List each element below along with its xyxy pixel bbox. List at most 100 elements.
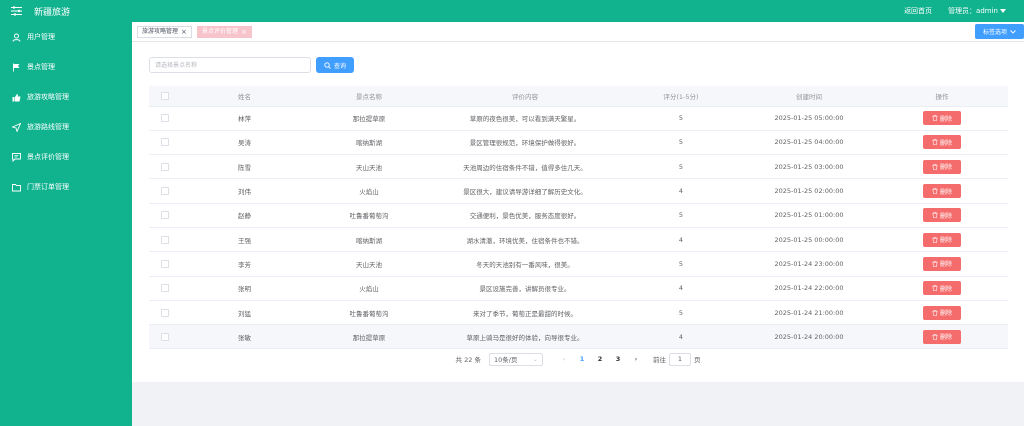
home-link[interactable]: 返回首页 bbox=[904, 6, 932, 16]
delete-button[interactable]: 删除 bbox=[923, 256, 961, 271]
pagination: 共 22 条 10条/页 ⌄ ‹ 1 2 3 › 前往 1 页 bbox=[132, 352, 1024, 366]
row-checkbox[interactable] bbox=[161, 187, 169, 196]
sidebar-item-label: 门票订单管理 bbox=[27, 183, 69, 191]
row-select-cell bbox=[149, 178, 181, 204]
delete-button-label: 删除 bbox=[939, 310, 952, 318]
page-button-2[interactable]: 2 bbox=[591, 355, 609, 363]
cell-spot: 喀纳斯湖 bbox=[308, 227, 430, 253]
tabs-bar: 旅游攻略管理 × 景点评价管理 × bbox=[132, 22, 1024, 42]
trash-icon bbox=[932, 261, 938, 267]
cell-score: 5 bbox=[620, 251, 742, 277]
select-all-checkbox[interactable] bbox=[161, 91, 169, 100]
delete-button-label: 删除 bbox=[939, 261, 952, 269]
prev-page-button[interactable]: ‹ bbox=[555, 355, 573, 363]
cell-spot: 天山天池 bbox=[308, 154, 430, 180]
cell-score: 4 bbox=[620, 227, 742, 253]
sidebar-item-spots[interactable]: 景点管理 bbox=[0, 52, 132, 82]
close-icon[interactable]: × bbox=[241, 27, 247, 37]
sidebar-item-orders[interactable]: 门票订单管理 bbox=[0, 172, 132, 202]
admin-menu[interactable]: 管理员：admin bbox=[948, 6, 1006, 16]
column-header[interactable]: 评分(1-5分) bbox=[620, 86, 742, 107]
tag-options-button[interactable]: 标签选项 bbox=[975, 24, 1024, 39]
table-row[interactable]: 李芳 天山天池 冬天的天池别有一番风味，很美。 5 2025-01-24 23:00:0… bbox=[149, 251, 1008, 277]
page-size-select[interactable]: 10条/页 ⌄ bbox=[488, 352, 543, 366]
row-checkbox[interactable] bbox=[161, 138, 169, 147]
row-checkbox[interactable] bbox=[161, 211, 169, 220]
cell-actions: 删除 bbox=[876, 324, 1008, 350]
table-row[interactable]: 王强 喀纳斯湖 湖水清澈，环境优美，住宿条件也不错。 4 2025-01-25 00:0… bbox=[149, 227, 1008, 253]
column-header[interactable]: 姓名 bbox=[181, 86, 308, 107]
send-icon bbox=[10, 121, 22, 133]
page-size-value: 10条/页 bbox=[493, 356, 518, 364]
cell-created: 2025-01-24 21:00:00 bbox=[742, 300, 876, 326]
delete-button[interactable]: 删除 bbox=[923, 329, 961, 344]
delete-button[interactable]: 删除 bbox=[923, 135, 961, 150]
cell-created: 2025-01-25 05:00:00 bbox=[742, 106, 876, 131]
trash-icon bbox=[932, 115, 938, 121]
delete-button[interactable]: 删除 bbox=[923, 281, 961, 296]
chevron-down-icon bbox=[1010, 29, 1016, 34]
table-row[interactable]: 刘猛 吐鲁番葡萄沟 来对了季节，葡萄正是最甜的时候。 5 2025-01-24 21:0… bbox=[149, 300, 1008, 326]
sidebar-item-label: 景点管理 bbox=[27, 63, 55, 71]
table-row[interactable]: 陈雪 天山天池 天池周边的住宿条件不错，值得多住几天。 5 2025-01-25 03:… bbox=[149, 154, 1008, 180]
next-page-button[interactable]: › bbox=[627, 355, 645, 363]
row-checkbox[interactable] bbox=[161, 114, 169, 123]
delete-button-label: 删除 bbox=[939, 334, 952, 342]
delete-button-label: 删除 bbox=[939, 115, 952, 123]
goto-page-input[interactable]: 1 bbox=[668, 352, 691, 366]
cell-spot: 吐鲁番葡萄沟 bbox=[308, 300, 430, 326]
menu-toggle-icon[interactable] bbox=[6, 0, 26, 22]
spot-search-input[interactable] bbox=[149, 57, 311, 73]
query-button[interactable]: 查询 bbox=[316, 57, 354, 73]
row-checkbox[interactable] bbox=[161, 235, 169, 244]
table-row[interactable]: 张明 火焰山 景区设施完善，讲解员很专业。 4 2025-01-24 22:00:00 删… bbox=[149, 276, 1008, 301]
page-button-3[interactable]: 3 bbox=[609, 355, 627, 363]
row-checkbox[interactable] bbox=[161, 332, 169, 341]
table-row[interactable]: 张敏 那拉提草原 草原上骑马是很好的体验，向导很专业。 4 2025-01-24 20:… bbox=[149, 324, 1008, 350]
delete-button-label: 删除 bbox=[939, 139, 952, 147]
delete-button[interactable]: 删除 bbox=[923, 208, 961, 223]
cell-actions: 删除 bbox=[876, 276, 1008, 301]
cell-score: 4 bbox=[620, 178, 742, 204]
table-row[interactable]: 吴涛 喀纳斯湖 景区管理很规范，环境保护做得很好。 5 2025-01-25 04:00… bbox=[149, 130, 1008, 156]
cell-spot: 火焰山 bbox=[308, 276, 430, 301]
delete-button[interactable]: 删除 bbox=[923, 111, 961, 126]
cell-content: 来对了季节，葡萄正是最甜的时候。 bbox=[430, 300, 620, 326]
column-header[interactable]: 景点名称 bbox=[308, 86, 430, 107]
delete-button[interactable]: 删除 bbox=[923, 232, 961, 247]
cell-name: 陈雪 bbox=[181, 154, 308, 180]
comment-icon bbox=[10, 151, 22, 163]
page-button-1[interactable]: 1 bbox=[573, 355, 591, 363]
delete-button[interactable]: 删除 bbox=[923, 184, 961, 199]
trash-icon bbox=[932, 163, 938, 170]
trash-icon bbox=[932, 139, 938, 146]
sidebar-item-users[interactable]: 用户管理 bbox=[0, 22, 132, 52]
sidebar-item-reviews[interactable]: 景点评价管理 bbox=[0, 142, 132, 172]
cell-created: 2025-01-24 23:00:00 bbox=[742, 251, 876, 277]
table-row[interactable]: 刘伟 火焰山 景区很大，建议请导游详细了解历史文化。 4 2025-01-25 02:0… bbox=[149, 178, 1008, 204]
cell-actions: 删除 bbox=[876, 300, 1008, 326]
column-header[interactable]: 创建时间 bbox=[742, 86, 876, 107]
pagination-total: 共 22 条 bbox=[455, 356, 481, 364]
table-row[interactable]: 林萍 那拉提草原 草原的夜色很美，可以看到满天繁星。 5 2025-01-25 05:0… bbox=[149, 106, 1008, 131]
row-checkbox[interactable] bbox=[161, 308, 169, 317]
admin-label: 管理员：admin bbox=[948, 7, 998, 15]
cell-name: 林萍 bbox=[181, 106, 308, 131]
main-content: 查询 姓名 景点名称 评价内容 评分(1-5分) 创建时间 操作 林萍那拉提草原… bbox=[132, 42, 1024, 382]
column-header[interactable]: 评价内容 bbox=[430, 86, 620, 107]
cell-score: 5 bbox=[620, 130, 742, 156]
chevron-down-icon: ⌄ bbox=[532, 355, 538, 363]
tab-guides[interactable]: 旅游攻略管理 × bbox=[137, 26, 192, 38]
cell-name: 张敏 bbox=[181, 324, 308, 350]
row-checkbox[interactable] bbox=[161, 162, 169, 171]
sidebar-item-guides[interactable]: 旅游攻略管理 bbox=[0, 82, 132, 112]
delete-button[interactable]: 删除 bbox=[923, 305, 961, 320]
search-icon bbox=[324, 61, 331, 69]
tab-reviews[interactable]: 景点评价管理 × bbox=[197, 26, 252, 38]
sidebar-item-routes[interactable]: 旅游路线管理 bbox=[0, 112, 132, 142]
row-checkbox[interactable] bbox=[161, 284, 169, 293]
row-checkbox[interactable] bbox=[161, 259, 169, 268]
table-row[interactable]: 赵静 吐鲁番葡萄沟 交通便利，景色优美，服务态度很好。 5 2025-01-25 01:… bbox=[149, 203, 1008, 228]
delete-button[interactable]: 删除 bbox=[923, 159, 961, 174]
close-icon[interactable]: × bbox=[181, 27, 187, 37]
